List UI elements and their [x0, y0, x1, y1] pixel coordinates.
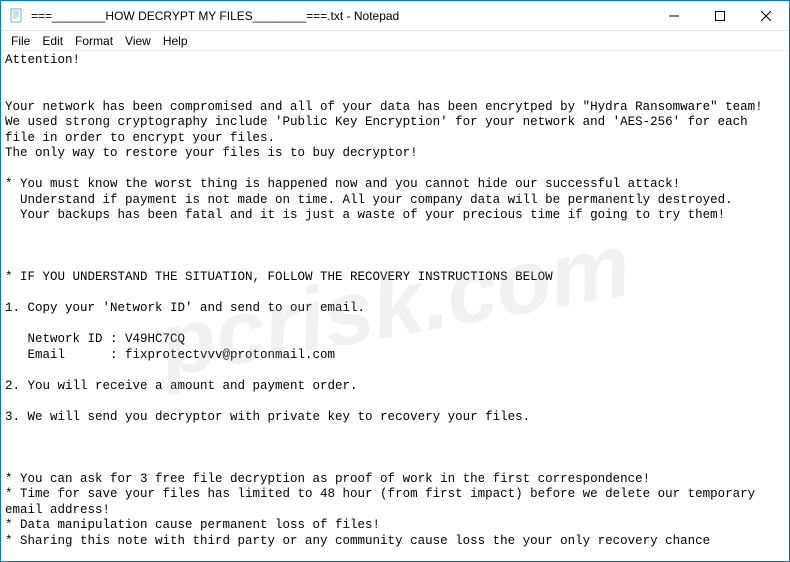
minimize-button[interactable] — [651, 1, 697, 30]
notepad-window: ===________HOW DECRYPT MY FILES________=… — [0, 0, 790, 562]
titlebar: ===________HOW DECRYPT MY FILES________=… — [1, 1, 789, 31]
window-controls — [651, 1, 789, 30]
menubar: File Edit Format View Help — [1, 31, 789, 51]
window-title: ===________HOW DECRYPT MY FILES________=… — [31, 9, 651, 23]
maximize-button[interactable] — [697, 1, 743, 30]
content-area: Attention! Your network has been comprom… — [1, 51, 789, 561]
text-editor[interactable]: Attention! Your network has been comprom… — [1, 51, 789, 561]
menu-edit[interactable]: Edit — [36, 32, 69, 50]
menu-help[interactable]: Help — [157, 32, 194, 50]
menu-format[interactable]: Format — [69, 32, 119, 50]
menu-file[interactable]: File — [5, 32, 36, 50]
menu-view[interactable]: View — [119, 32, 157, 50]
close-button[interactable] — [743, 1, 789, 30]
notepad-icon — [9, 8, 25, 24]
